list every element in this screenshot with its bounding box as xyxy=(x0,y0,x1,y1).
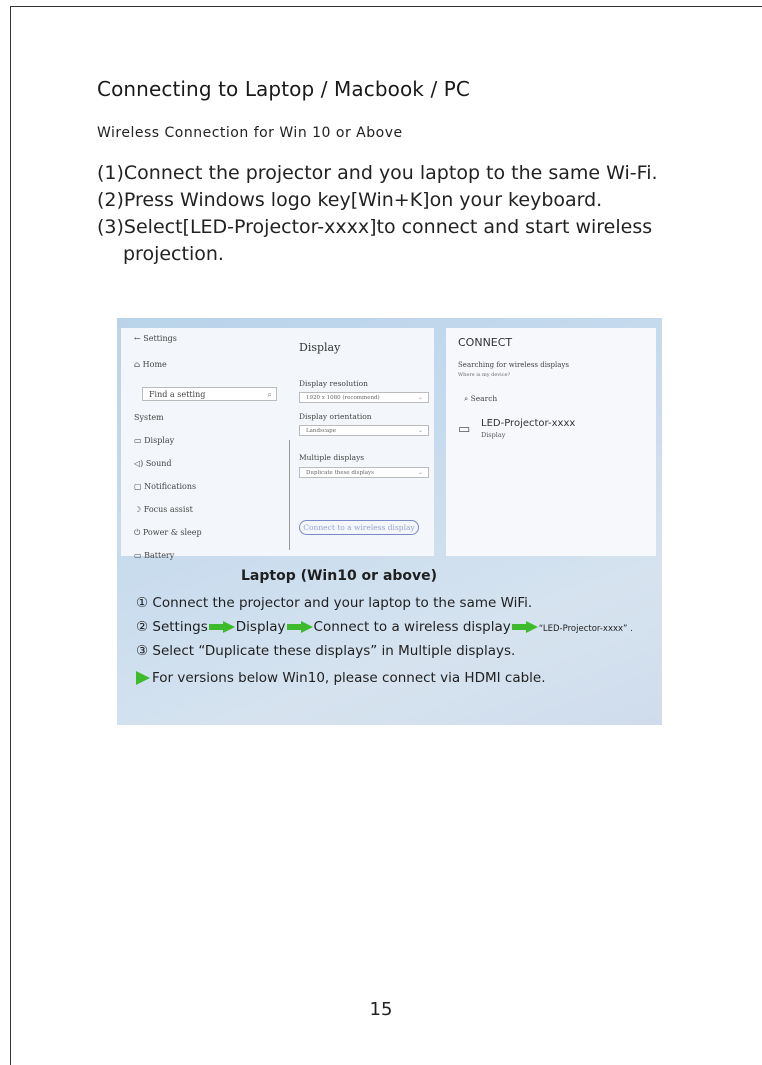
orientation-label: Display orientation xyxy=(299,412,372,421)
sidebar-item-power-sleep: ⏻ Power & sleep xyxy=(134,528,202,537)
step-3: (3)Select[LED-Projector-xxxx]to connect … xyxy=(97,216,653,238)
instruction-2: ② Settings Display Connect to a wireless d… xyxy=(136,619,633,635)
settings-window: ← Settings ⌂ Home Find a setting ⌕ System… xyxy=(121,328,434,560)
moon-icon: ☽ xyxy=(134,505,144,514)
chevron-down-icon: ⌄ xyxy=(417,469,423,476)
play-triangle-icon xyxy=(136,671,150,685)
monitor-icon: ▭ xyxy=(134,436,145,445)
power-icon: ⏻ xyxy=(134,528,143,537)
search-icon: ⌕ xyxy=(267,390,272,399)
display-title: Display xyxy=(299,341,341,354)
searching-text: Searching for wireless displays xyxy=(458,361,569,369)
chevron-down-icon: ⌄ xyxy=(417,394,423,401)
speaker-icon: ◁) xyxy=(134,459,146,468)
connect-search: ⌕ Search xyxy=(464,394,498,403)
notification-icon: ▢ xyxy=(134,482,145,491)
sidebar-item-sound: ◁) Sound xyxy=(134,459,172,468)
divider xyxy=(289,440,290,550)
page-heading: Connecting to Laptop / Macbook / PC xyxy=(97,77,470,101)
step-3-continued: projection. xyxy=(123,243,224,265)
step-1: (1)Connect the projector and you laptop … xyxy=(97,162,658,184)
sidebar-item-notifications: ▢ Notifications xyxy=(134,482,197,491)
page-number: 15 xyxy=(369,999,393,1020)
sidebar-item-battery: ▭ Battery xyxy=(134,551,175,560)
connect-wireless-display-button: Connect to a wireless display xyxy=(299,520,419,535)
instruction-1: ① Connect the projector and your laptop … xyxy=(136,595,533,611)
step-2: (2)Press Windows logo key[Win+K]on your … xyxy=(97,189,603,211)
battery-icon: ▭ xyxy=(134,551,145,560)
sidebar-item-home: ⌂ Home xyxy=(134,360,167,369)
multiple-displays-select: Duplicate these displays ⌄ xyxy=(299,467,429,478)
page-border-left xyxy=(10,6,11,1065)
section-subheading: Wireless Connection for Win 10 or Above xyxy=(97,125,403,141)
sidebar-item-display: ▭ Display xyxy=(134,436,175,445)
find-setting-input: Find a setting ⌕ xyxy=(142,387,277,401)
settings-back-link: ← Settings xyxy=(134,334,177,343)
home-icon: ⌂ xyxy=(134,360,143,369)
windows-settings-screenshot: ← Settings ⌂ Home Find a setting ⌕ System… xyxy=(117,318,662,725)
connect-pane: CONNECT Searching for wireless displays … xyxy=(446,328,656,556)
steps-list: (1)Connect the projector and you laptop … xyxy=(97,160,658,268)
device-name: LED-Projector-xxxx xyxy=(481,418,576,429)
device-type: Display xyxy=(481,431,506,439)
sidebar-section-system: System xyxy=(134,413,164,422)
monitor-icon: ▭ xyxy=(458,422,471,437)
arrow-right-icon xyxy=(511,621,538,633)
search-icon: ⌕ xyxy=(464,394,471,403)
connect-title: CONNECT xyxy=(458,336,513,349)
arrow-right-icon xyxy=(286,621,313,633)
resolution-label: Display resolution xyxy=(299,379,368,388)
orientation-select: Landscape ⌄ xyxy=(299,425,429,436)
page-border-top xyxy=(10,6,762,7)
sidebar-item-focus-assist: ☽ Focus assist xyxy=(134,505,193,514)
where-is-device-link: Where is my device? xyxy=(458,372,511,378)
instruction-4: For versions below Win10, please connect… xyxy=(136,670,546,686)
multiple-displays-label: Multiple displays xyxy=(299,453,365,462)
instruction-3: ③ Select “Duplicate these displays” in M… xyxy=(136,643,516,659)
laptop-title: Laptop (Win10 or above) xyxy=(241,568,438,584)
chevron-down-icon: ⌄ xyxy=(417,427,423,434)
resolution-select: 1920 x 1080 (recommend) ⌄ xyxy=(299,392,429,403)
arrow-right-icon xyxy=(208,621,235,633)
